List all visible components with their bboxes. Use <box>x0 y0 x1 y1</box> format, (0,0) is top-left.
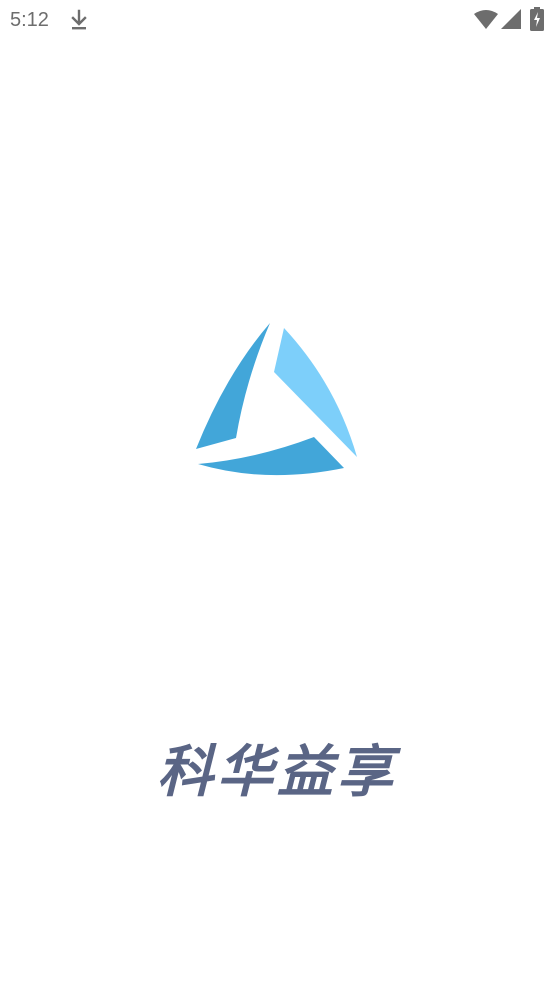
app-name-title: 科华益享 <box>157 740 397 805</box>
splash-screen: 5:12 科华益享 <box>0 0 554 984</box>
logo-right-blade <box>274 328 357 457</box>
logo-bottom-blade <box>198 437 344 476</box>
status-bar: 5:12 <box>0 0 554 40</box>
download-icon <box>71 9 87 30</box>
cell-signal-icon <box>501 9 521 29</box>
battery-charging-icon <box>530 7 544 31</box>
triangle-logo <box>196 323 357 476</box>
logo-left-blade <box>196 323 270 449</box>
wifi-icon <box>474 10 498 29</box>
status-time: 5:12 <box>10 9 49 31</box>
